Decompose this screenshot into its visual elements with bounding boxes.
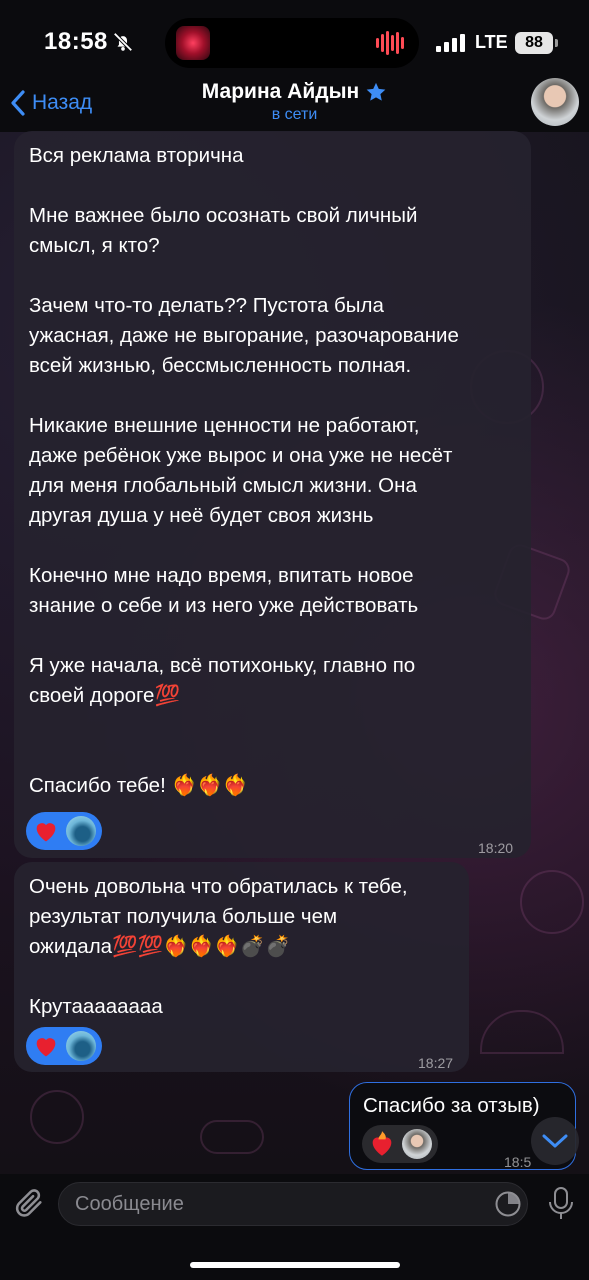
wallpaper-doodle (30, 1090, 84, 1144)
heart-on-fire-icon (372, 1131, 392, 1156)
wallpaper-doodle (520, 870, 584, 934)
online-status: в сети (271, 106, 318, 123)
message-input[interactable]: Сообщение (58, 1182, 528, 1226)
contact-avatar[interactable] (531, 78, 579, 126)
reaction-avatar (66, 816, 96, 846)
chat-title: Марина Айдын (201, 80, 360, 103)
signal-icon (436, 34, 465, 52)
network-type: LTE (475, 32, 508, 52)
reaction-avatar (66, 1031, 96, 1061)
message-text: Очень довольна что обратилась к тебе, ре… (29, 875, 408, 1018)
heart-icon (36, 1038, 56, 1057)
chevron-down-icon (542, 1134, 568, 1148)
now-playing-icon (176, 26, 210, 60)
wallpaper-doodle (200, 1120, 264, 1154)
mic-icon[interactable] (547, 1186, 575, 1222)
incoming-message[interactable]: Очень довольна что обратилась к тебе, ре… (14, 862, 469, 1072)
heart-icon (36, 823, 56, 842)
battery-indicator: 88 (515, 32, 553, 54)
sticker-icon[interactable] (494, 1190, 522, 1218)
bell-slash-icon (113, 32, 133, 52)
message-text: Вся реклама вторична Мне важнее было осо… (29, 144, 459, 797)
reactions[interactable] (362, 1125, 438, 1163)
paperclip-icon[interactable] (12, 1186, 46, 1220)
status-time: 18:58 (44, 28, 108, 55)
wallpaper-doodle (480, 1010, 564, 1054)
reaction-avatar (402, 1129, 432, 1159)
reactions[interactable] (26, 812, 102, 850)
home-indicator (190, 1262, 400, 1268)
battery-cap (555, 39, 558, 47)
audio-wave-icon (376, 31, 404, 55)
reactions[interactable] (26, 1027, 102, 1065)
star-icon (366, 82, 386, 101)
incoming-message[interactable]: Вся реклама вторична Мне важнее было осо… (14, 131, 531, 858)
message-time: 18:27 (418, 1055, 454, 1071)
message-text: Спасибо за отзыв) (363, 1094, 540, 1117)
message-time: 18:5 (504, 1154, 532, 1170)
scroll-down-button[interactable] (531, 1117, 579, 1165)
message-time: 18:20 (478, 840, 514, 856)
chat-title-block[interactable]: Марина Айдын в сети (0, 80, 589, 124)
